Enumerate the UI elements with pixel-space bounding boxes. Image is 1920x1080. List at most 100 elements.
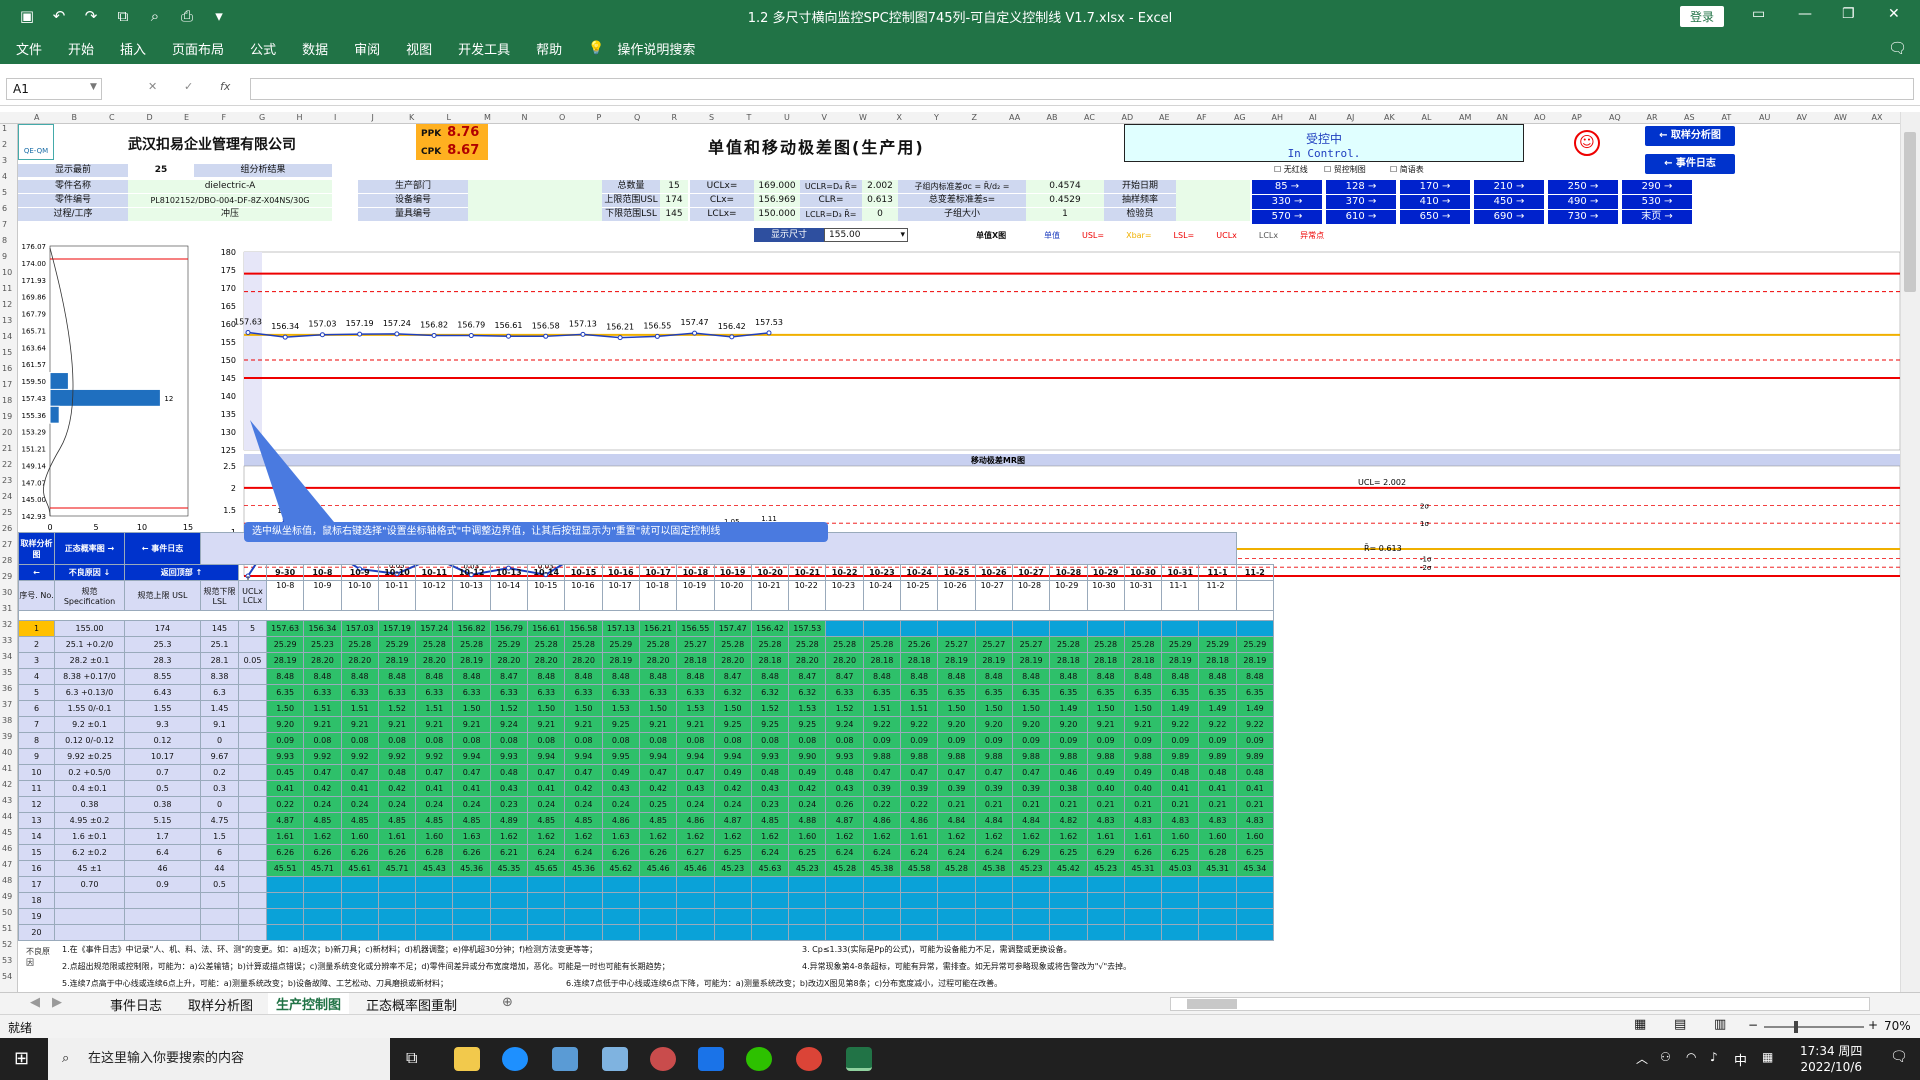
measurement-cell[interactable]: 6.24 (900, 844, 939, 861)
page-break-icon[interactable]: ▥ (1714, 1017, 1726, 1032)
measurement-cell[interactable]: 9.94 (713, 748, 752, 765)
row-header[interactable]: 35 (2, 668, 12, 677)
measurement-cell[interactable]: 28.18 (1049, 652, 1088, 669)
part-name-value[interactable]: dielectric-A (128, 180, 332, 193)
measurement-cell[interactable]: 28.19 (1161, 652, 1200, 669)
measurement-cell[interactable] (862, 620, 902, 637)
app-icon-4[interactable] (698, 1047, 724, 1071)
measurement-cell[interactable]: 0.43 (601, 780, 640, 797)
measurement-cell[interactable]: 0.21 (937, 796, 976, 813)
column-header[interactable]: T (747, 113, 752, 122)
measurement-cell[interactable] (713, 876, 752, 893)
measurement-cell[interactable] (1123, 876, 1163, 893)
column-header[interactable]: N (522, 113, 528, 122)
measurement-cell[interactable]: 8.48 (862, 668, 902, 685)
usl-cell[interactable]: 6.43 (124, 684, 201, 701)
measurement-cell[interactable]: 9.21 (676, 716, 715, 733)
measurement-cell[interactable] (974, 908, 1013, 925)
row-header[interactable]: 54 (2, 972, 12, 981)
measurement-cell[interactable] (788, 876, 827, 893)
measurement-cell[interactable]: 4.86 (862, 812, 902, 829)
wechat-icon[interactable] (746, 1047, 772, 1071)
measurement-cell[interactable] (713, 908, 752, 925)
measurement-cell[interactable]: 4.84 (974, 812, 1013, 829)
measurement-cell[interactable]: 0.24 (415, 796, 454, 813)
measurement-cell[interactable]: 6.28 (1198, 844, 1237, 861)
page-jump-button[interactable]: 690 → (1474, 210, 1544, 224)
measurement-cell[interactable]: 9.89 (1198, 748, 1237, 765)
measurement-cell[interactable]: 8.47 (713, 668, 752, 685)
measurement-cell[interactable]: 0.23 (489, 796, 529, 813)
measurement-cell[interactable]: 4.85 (564, 812, 603, 829)
part-no-value[interactable]: PL8102152/DBO-004-DF-8Z-X04NS/30G (128, 194, 332, 207)
measurement-cell[interactable]: 1.51 (415, 700, 454, 717)
measurement-cell[interactable] (303, 908, 342, 925)
usl-cell[interactable]: 1.55 (124, 700, 201, 717)
measurement-cell[interactable]: 157.19 (377, 620, 417, 637)
measurement-cell[interactable] (825, 908, 864, 925)
usl-cell[interactable]: 10.17 (124, 748, 201, 765)
measurement-cell[interactable] (340, 876, 379, 893)
measurement-cell[interactable]: 1.60 (1198, 828, 1237, 845)
measurement-cell[interactable]: 0.48 (750, 764, 790, 781)
lsl-cell[interactable]: 1.5 (200, 828, 239, 845)
tab-event-log[interactable]: 事件日志 (110, 995, 162, 1014)
row-header[interactable]: 17 (2, 380, 12, 389)
control-cell[interactable] (238, 796, 267, 813)
measurement-cell[interactable]: 1.52 (489, 700, 529, 717)
measurement-cell[interactable]: 9.92 (340, 748, 379, 765)
measurement-cell[interactable]: 6.24 (527, 844, 566, 861)
measurement-cell[interactable]: 45.28 (825, 860, 864, 877)
measurement-cell[interactable]: 9.88 (974, 748, 1013, 765)
page-jump-button[interactable]: 530 → (1622, 195, 1692, 209)
usl-cell[interactable]: 0.7 (124, 764, 201, 781)
measurement-cell[interactable]: 28.18 (1198, 652, 1237, 669)
measurement-cell[interactable] (303, 876, 342, 893)
tab-help[interactable]: 帮助 (523, 39, 575, 58)
spec-cell[interactable]: 28.2 ±0.1 (54, 652, 125, 669)
measurement-cell[interactable]: 0.09 (1123, 732, 1163, 749)
measurement-cell[interactable] (1049, 924, 1088, 941)
measurement-cell[interactable]: 1.53 (601, 700, 640, 717)
lsl-cell[interactable] (200, 892, 239, 909)
measurement-cell[interactable] (1011, 876, 1051, 893)
file-explorer-icon[interactable] (454, 1047, 480, 1071)
measurement-cell[interactable]: 9.20 (1011, 716, 1051, 733)
measurement-cell[interactable] (900, 924, 939, 941)
measurement-cell[interactable]: 0.21 (1123, 796, 1163, 813)
row-header[interactable]: 1 (2, 124, 7, 133)
measurement-cell[interactable]: 1.60 (1235, 828, 1275, 845)
measurement-cell[interactable]: 8.48 (1049, 668, 1088, 685)
usl-cell[interactable]: 1.7 (124, 828, 201, 845)
measurement-cell[interactable]: 45.23 (788, 860, 827, 877)
column-header[interactable]: J (372, 113, 374, 122)
measurement-cell[interactable]: 0.08 (564, 732, 603, 749)
measurement-cell[interactable]: 6.29 (1086, 844, 1125, 861)
page-jump-button[interactable]: 450 → (1474, 195, 1544, 209)
measurement-cell[interactable]: 0.47 (564, 764, 603, 781)
column-header[interactable]: AQ (1609, 113, 1621, 122)
measurement-cell[interactable] (1049, 892, 1088, 909)
back-to-top-link[interactable]: 返回顶部 ↑ (124, 564, 239, 581)
measurement-cell[interactable]: 0.09 (862, 732, 902, 749)
measurement-cell[interactable]: 157.63 (265, 620, 305, 637)
measurement-cell[interactable]: 9.93 (825, 748, 864, 765)
measurement-cell[interactable]: 157.47 (713, 620, 752, 637)
measurement-cell[interactable] (489, 908, 529, 925)
lsl-cell[interactable]: 6.3 (200, 684, 239, 701)
measurement-cell[interactable]: 6.28 (415, 844, 454, 861)
spec-cell[interactable] (54, 924, 125, 941)
column-header[interactable]: Y (934, 113, 939, 122)
row-header[interactable]: 44 (2, 812, 12, 821)
measurement-cell[interactable]: 9.25 (788, 716, 827, 733)
measurement-cell[interactable]: 8.48 (1123, 668, 1163, 685)
row-header[interactable]: 50 (2, 908, 12, 917)
measurement-cell[interactable]: 0.41 (415, 780, 454, 797)
measurement-cell[interactable]: 1.51 (900, 700, 939, 717)
measurement-cell[interactable]: 0.40 (1086, 780, 1125, 797)
edge-icon[interactable] (502, 1047, 528, 1071)
measurement-cell[interactable]: 25.29 (1235, 636, 1275, 653)
measurement-cell[interactable]: 28.20 (340, 652, 379, 669)
measurement-cell[interactable]: 9.21 (377, 716, 417, 733)
measurement-cell[interactable]: 0.24 (676, 796, 715, 813)
